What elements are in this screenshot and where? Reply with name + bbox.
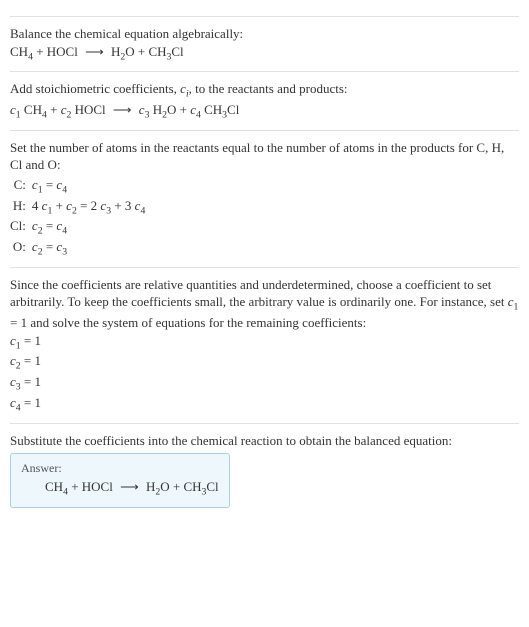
element-label: O:	[10, 238, 32, 259]
section-atom-balance: Set the number of atoms in the reactants…	[10, 130, 519, 259]
table-row: O: c2 = c3	[10, 238, 145, 259]
add-coeffs-intro: Add stoichiometric coefficients, ci, to …	[10, 80, 519, 101]
intro-text: = 1 and solve the system of equations fo…	[10, 315, 366, 330]
eq-part: + HOCl	[33, 44, 81, 59]
eq-part: H	[149, 102, 162, 117]
coefficient-line: c4 = 1	[10, 394, 519, 415]
arrow-icon: ⟶	[81, 43, 108, 61]
eq-part: 4	[32, 198, 42, 213]
eq-part: CH	[21, 102, 42, 117]
eq-part: CH	[201, 102, 222, 117]
answer-label: Answer:	[21, 460, 219, 476]
eq-part: H	[108, 44, 121, 59]
coef-sub: 4	[62, 226, 67, 237]
problem-intro: Balance the chemical equation algebraica…	[10, 25, 519, 43]
eq-part: HOCl	[71, 102, 109, 117]
eq-part: Cl	[227, 102, 239, 117]
eq-part: Cl	[171, 44, 183, 59]
table-row: H: 4 c1 + c2 = 2 c3 + 3 c4	[10, 197, 145, 218]
coefficient-line: c2 = 1	[10, 352, 519, 373]
equation-with-coeffs: c1 CH4 + c2 HOCl ⟶ c3 H2O + c4 CH3Cl	[10, 101, 519, 122]
eq-part: H	[143, 479, 156, 494]
table-row: C: c1 = c4	[10, 176, 145, 197]
solve-intro: Since the coefficients are relative quan…	[10, 276, 519, 332]
equation-balanced: CH4 + HOCl ⟶ H2O + CH3Cl	[21, 478, 219, 499]
eq-part: O + CH	[160, 479, 201, 494]
eq-part: CH	[10, 44, 28, 59]
eq-part: =	[43, 218, 57, 233]
coefficient-solutions: c1 = 1 c2 = 1 c3 = 1 c4 = 1	[10, 332, 519, 415]
coef-sub: 1	[514, 302, 519, 313]
coef-sub: 4	[62, 184, 67, 195]
eq-part: CH	[45, 479, 63, 494]
atom-balance-table: C: c1 = c4 H: 4 c1 + c2 = 2 c3 + 3 c4 Cl…	[10, 176, 145, 259]
section-add-coeffs: Add stoichiometric coefficients, ci, to …	[10, 71, 519, 122]
eq-part: O	[167, 102, 176, 117]
element-equation: 4 c1 + c2 = 2 c3 + 3 c4	[32, 197, 145, 218]
coef-val: = 1	[21, 353, 41, 368]
intro-text: Since the coefficients are relative quan…	[10, 277, 508, 310]
element-label: C:	[10, 176, 32, 197]
coef-sub: 3	[62, 247, 67, 258]
table-row: Cl: c2 = c4	[10, 217, 145, 238]
atom-balance-intro: Set the number of atoms in the reactants…	[10, 139, 519, 174]
eq-part: =	[43, 177, 57, 192]
coef-sub: 4	[140, 205, 145, 216]
eq-part: +	[47, 102, 61, 117]
element-equation: c1 = c4	[32, 176, 145, 197]
coefficient-line: c3 = 1	[10, 373, 519, 394]
eq-part: +	[52, 198, 66, 213]
coef-val: = 1	[21, 395, 41, 410]
eq-part: +	[176, 102, 190, 117]
coef-val: = 1	[21, 374, 41, 389]
answer-box: Answer: CH4 + HOCl ⟶ H2O + CH3Cl	[10, 453, 230, 508]
element-equation: c2 = c4	[32, 217, 145, 238]
element-label: H:	[10, 197, 32, 218]
intro-text: Add stoichiometric coefficients,	[10, 81, 180, 96]
coef-val: = 1	[21, 333, 41, 348]
arrow-icon: ⟶	[109, 101, 136, 119]
element-equation: c2 = c3	[32, 238, 145, 259]
section-answer: Substitute the coefficients into the che…	[10, 423, 519, 508]
eq-part: Cl	[206, 479, 218, 494]
element-label: Cl:	[10, 217, 32, 238]
eq-part: =	[43, 239, 57, 254]
section-solve: Since the coefficients are relative quan…	[10, 267, 519, 415]
eq-part: O + CH	[125, 44, 166, 59]
equation-unbalanced: CH4 + HOCl ⟶ H2O + CH3Cl	[10, 43, 519, 64]
eq-part: = 2	[77, 198, 101, 213]
eq-part: + 3	[111, 198, 135, 213]
answer-intro: Substitute the coefficients into the che…	[10, 432, 519, 450]
coefficient-line: c1 = 1	[10, 332, 519, 353]
section-problem: Balance the chemical equation algebraica…	[10, 16, 519, 63]
eq-part: + HOCl	[68, 479, 116, 494]
arrow-icon: ⟶	[116, 478, 143, 496]
intro-text: , to the reactants and products:	[189, 81, 348, 96]
